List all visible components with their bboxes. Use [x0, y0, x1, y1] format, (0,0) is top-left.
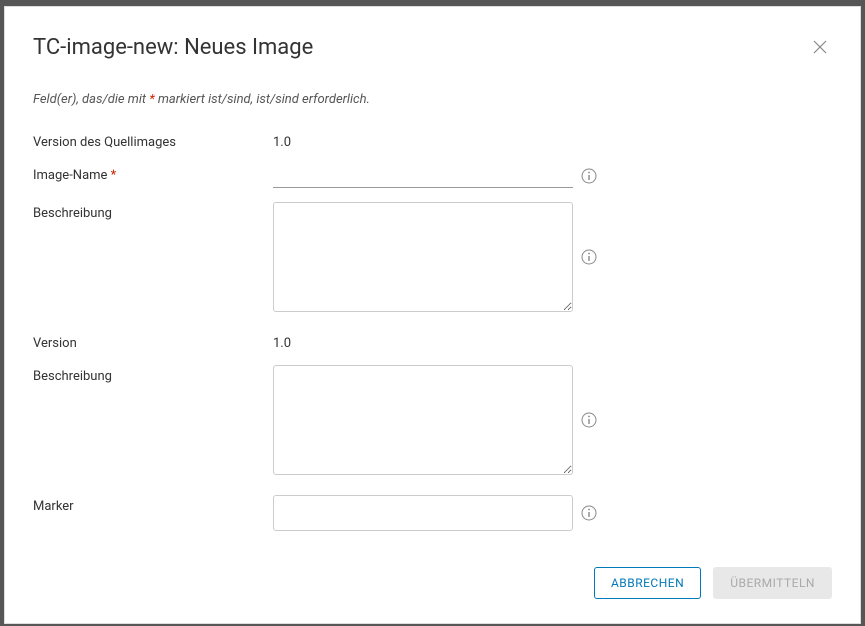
info-icon[interactable] — [581, 505, 597, 521]
label-description-2: Beschreibung — [33, 365, 273, 384]
label-source-version: Version des Quellimages — [33, 131, 273, 150]
info-icon[interactable] — [581, 412, 597, 428]
submit-button[interactable]: Übermitteln — [713, 567, 832, 599]
dialog-new-image: TC-image-new: Neues Image Feld(er), das/… — [4, 6, 861, 624]
info-icon[interactable] — [581, 168, 597, 184]
required-hint: Feld(er), das/die mit * markiert ist/sin… — [33, 92, 832, 107]
row-marker: Marker — [33, 495, 832, 531]
value-version: 1.0 — [273, 332, 291, 351]
value-source-version: 1.0 — [273, 131, 291, 150]
cancel-button[interactable]: Abbrechen — [594, 567, 701, 599]
row-source-version: Version des Quellimages 1.0 — [33, 131, 832, 150]
dialog-header: TC-image-new: Neues Image — [33, 35, 832, 60]
row-description-1: Beschreibung — [33, 202, 832, 312]
dialog-title: TC-image-new: Neues Image — [33, 35, 313, 60]
textarea-description-1[interactable] — [273, 202, 573, 312]
input-image-name[interactable] — [273, 164, 573, 188]
row-description-2: Beschreibung — [33, 365, 832, 475]
dialog-footer: Abbrechen Übermitteln — [594, 567, 832, 599]
label-marker: Marker — [33, 495, 273, 514]
close-button[interactable] — [808, 35, 832, 59]
label-description-1: Beschreibung — [33, 202, 273, 221]
row-image-name: Image-Name * — [33, 164, 832, 188]
label-image-name: Image-Name * — [33, 164, 273, 183]
row-version: Version 1.0 — [33, 332, 832, 351]
label-version: Version — [33, 332, 273, 351]
textarea-description-2[interactable] — [273, 365, 573, 475]
input-marker[interactable] — [273, 495, 573, 531]
close-icon — [812, 39, 828, 55]
info-icon[interactable] — [581, 249, 597, 265]
